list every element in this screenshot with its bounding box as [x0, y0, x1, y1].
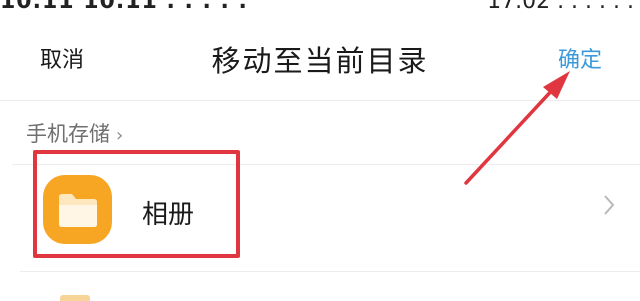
- annotation-arrow: [464, 71, 570, 185]
- next-folder-icon-peek: [60, 295, 90, 301]
